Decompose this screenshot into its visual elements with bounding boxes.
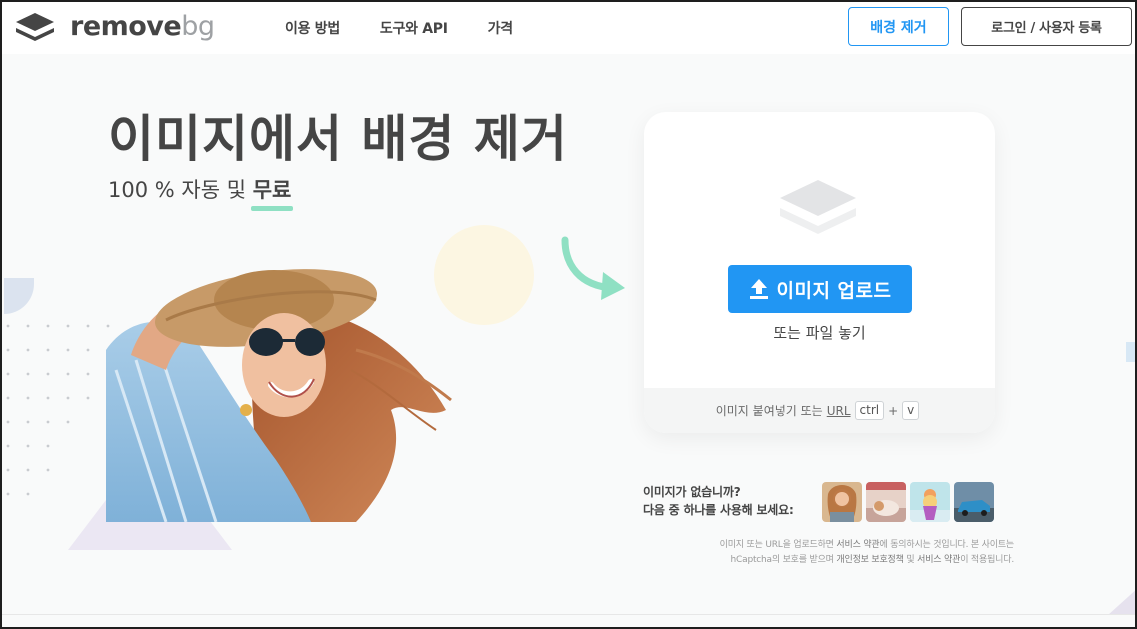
drop-file-hint: 또는 파일 놓기 xyxy=(773,324,866,342)
upload-card[interactable]: 이미지 업로드 또는 파일 놓기 이미지 붙여넣기 또는 URL ctrl + … xyxy=(644,112,995,433)
nav-how-to-use[interactable]: 이용 방법 xyxy=(285,18,340,38)
login-signup-button[interactable]: 로그인 / 사용자 등록 xyxy=(961,7,1132,46)
upload-icon xyxy=(749,279,768,299)
removebg-logo-icon xyxy=(16,13,54,41)
privacy-policy-link[interactable]: 개인정보 보호정책 xyxy=(836,555,904,565)
nav-tools-api[interactable]: 도구와 API xyxy=(380,18,448,38)
page-title: 이미지에서 배경 제거 xyxy=(108,110,568,168)
sample-images-prompt: 이미지가 없습니까? 다음 중 하나를 사용해 보세요: xyxy=(643,485,794,517)
page: removebg 이용 방법 도구와 API 가격 배경 제거 로그인 / 사용… xyxy=(0,0,1137,629)
terms-link[interactable]: 서비스 약관 xyxy=(836,540,879,550)
page-subtitle: 100 % 자동 및 무료 xyxy=(108,178,292,202)
key-ctrl: ctrl xyxy=(854,401,885,420)
key-plus: + xyxy=(888,403,899,418)
decorative-triangle xyxy=(1108,590,1135,615)
paste-url-link[interactable]: URL xyxy=(827,404,851,418)
key-v: v xyxy=(902,401,920,420)
logo-text: removebg xyxy=(70,11,215,42)
sample-thumbnail-ice-cream[interactable] xyxy=(910,482,950,522)
paste-hint-text: 이미지 붙여넣기 또는 xyxy=(715,404,823,418)
nav-pricing[interactable]: 가격 xyxy=(488,18,513,38)
sample-thumbnail-car[interactable] xyxy=(954,482,994,522)
terms-link-2[interactable]: 서비스 약관 xyxy=(917,555,960,565)
decorative-shape xyxy=(1126,342,1135,362)
divider xyxy=(2,614,1135,615)
logo[interactable]: removebg xyxy=(14,11,215,43)
paste-hint-bar: 이미지 붙여넣기 또는 URL ctrl + v xyxy=(644,388,995,433)
sample-thumbnail-woman[interactable] xyxy=(822,482,862,522)
sample-thumbnail-animal[interactable] xyxy=(866,482,906,522)
upload-image-button[interactable]: 이미지 업로드 xyxy=(728,265,912,313)
hero-photo xyxy=(106,269,452,522)
legal-notice: 이미지 또는 URL을 업로드하면 서비스 약관에 동의하시는 것입니다. 본 … xyxy=(719,540,1015,565)
upload-button-label: 이미지 업로드 xyxy=(776,279,892,302)
highlight-free: 무료 xyxy=(252,178,292,202)
header: removebg 이용 방법 도구와 API 가격 배경 제거 로그인 / 사용… xyxy=(2,2,1135,54)
layers-icon xyxy=(780,180,856,234)
decorative-shape xyxy=(4,278,34,314)
main-nav: 이용 방법 도구와 API 가격 xyxy=(285,18,553,38)
remove-background-button[interactable]: 배경 제거 xyxy=(848,7,949,46)
sample-thumbnails xyxy=(822,482,998,522)
arrow-icon xyxy=(561,236,625,300)
